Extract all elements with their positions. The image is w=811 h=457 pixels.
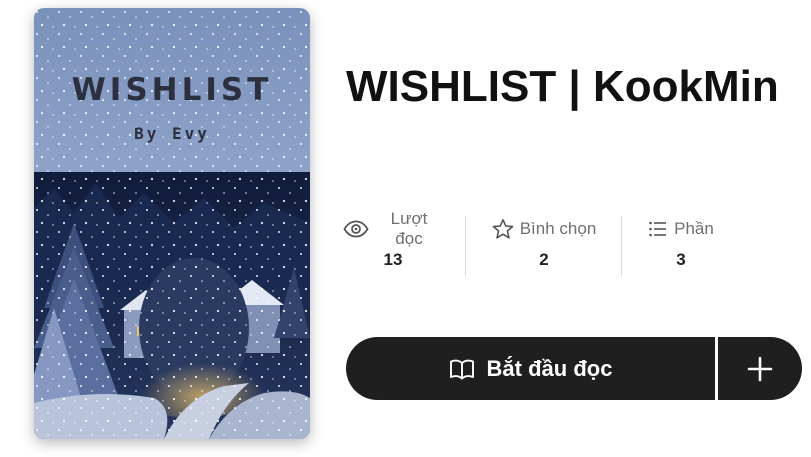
cover-author: By Evy	[134, 124, 210, 143]
eye-icon	[343, 220, 369, 238]
stat-parts-label: Phần	[674, 219, 714, 238]
start-reading-button[interactable]: Bắt đầu đọc	[346, 337, 715, 400]
cover-title: WISHLIST	[71, 72, 273, 108]
stat-parts-value: 3	[676, 250, 686, 269]
stat-reads-value: 13	[383, 250, 403, 269]
stat-votes: Bình chọn 2	[486, 216, 602, 276]
add-to-library-button[interactable]	[718, 337, 802, 400]
story-cover[interactable]: WISHLIST By Evy	[34, 8, 310, 439]
stat-votes-label: Bình chọn	[519, 219, 597, 238]
stat-reads: Lượt đọc 13	[343, 209, 443, 276]
plus-icon	[747, 356, 773, 381]
stat-divider	[465, 216, 466, 276]
list-icon	[649, 221, 667, 237]
star-icon	[492, 218, 514, 239]
stat-votes-value: 2	[539, 250, 549, 269]
story-title: WISHLIST | KookMin	[346, 62, 779, 111]
start-reading-label: Bắt đầu đọc	[486, 355, 613, 381]
stat-divider	[621, 216, 622, 276]
stat-parts: Phần 3	[640, 216, 722, 276]
stat-reads-label: Lượt đọc	[390, 209, 428, 248]
book-open-icon	[449, 359, 474, 379]
